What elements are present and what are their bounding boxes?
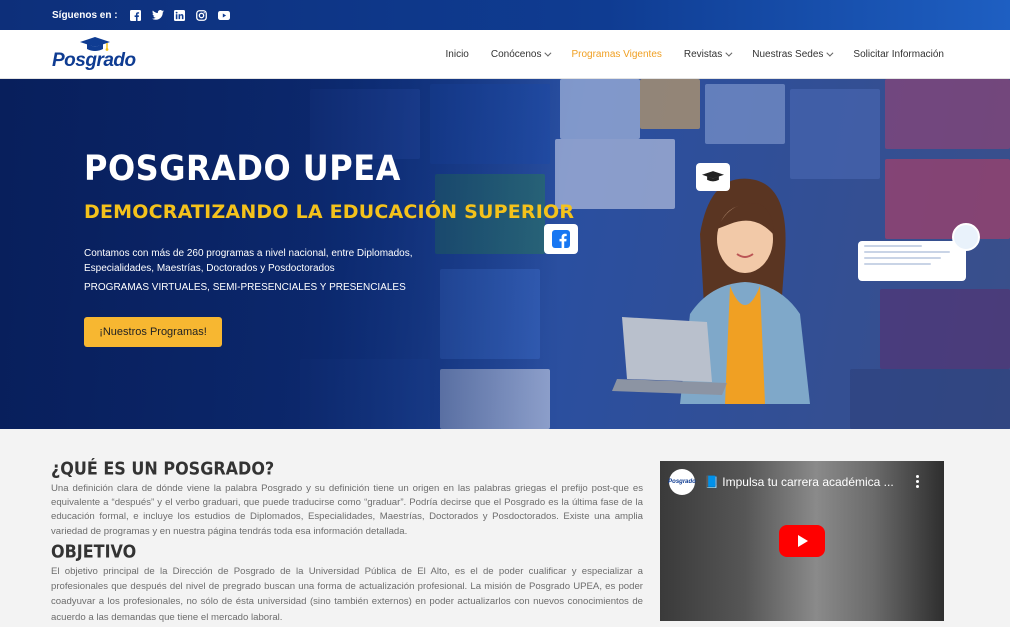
logo-wordmark: Posgrado: [52, 50, 136, 71]
collage-tile: [560, 79, 640, 139]
section-title-objetivo: OBJETIVO: [51, 541, 137, 562]
nuestros-programas-button[interactable]: ¡Nuestros Programas!: [84, 317, 222, 347]
collage-tile: [885, 79, 1010, 149]
hero-modes: PROGRAMAS VIRTUALES, SEMI-PRESENCIALES Y…: [84, 282, 406, 293]
more-options-icon[interactable]: [916, 475, 920, 490]
graduation-bubble: [696, 163, 730, 191]
youtube-icon[interactable]: [217, 9, 230, 21]
collage-tile: [850, 369, 1010, 429]
nav-inicio[interactable]: Inicio: [446, 49, 469, 60]
nav-programas-vigentes[interactable]: Programas Vigentes: [571, 49, 661, 60]
avatar: [952, 223, 980, 251]
nav-label: Nuestras Sedes: [752, 49, 824, 60]
hero-description: Contamos con más de 260 programas a nive…: [84, 248, 413, 274]
facebook-bubble: [544, 224, 578, 254]
nav-label: Conócenos: [490, 49, 542, 60]
youtube-video-embed[interactable]: Posgrado 📘 Impulsa tu carrera académica …: [660, 461, 944, 621]
section-text-que-es: Una definición clara de dónde viene la p…: [51, 483, 643, 537]
chevron-down-icon: [725, 49, 733, 57]
chevron-down-icon: [544, 49, 552, 57]
chat-card: [858, 241, 966, 281]
collage-tile: [790, 89, 880, 179]
nav-label: Revistas: [683, 49, 723, 60]
collage-tile: [640, 79, 700, 129]
nav-label: Programas Vigentes: [571, 49, 662, 60]
channel-avatar[interactable]: Posgrado: [668, 469, 696, 495]
nav-revistas[interactable]: Revistas: [683, 49, 733, 60]
nav-label: Inicio: [445, 49, 469, 60]
collage-tile: [885, 159, 1010, 239]
collage-tile: [555, 139, 675, 209]
play-icon: [798, 535, 808, 547]
section-text-objetivo: El objetivo principal de la Dirección de…: [51, 566, 643, 623]
social-bar: Síguenos en :: [0, 0, 1010, 30]
nav-conocenos[interactable]: Conócenos: [490, 49, 552, 60]
hero-title: POSGRADO UPEA: [84, 147, 401, 189]
laptop-illustration: [612, 317, 727, 395]
follow-label: Síguenos en :: [52, 9, 118, 21]
facebook-icon: [552, 230, 570, 248]
video-title[interactable]: 📘 Impulsa tu carrera académica ...: [704, 475, 894, 489]
nav-solicitar-informacion[interactable]: Solicitar Información: [853, 49, 944, 60]
graduation-cap-icon: [702, 171, 724, 182]
collage-tile: [880, 289, 1010, 369]
instagram-icon[interactable]: [196, 9, 208, 21]
section-title-que-es: ¿QUÉ ES UN POSGRADO?: [51, 458, 275, 479]
posgrado-logo[interactable]: Posgrado: [52, 37, 136, 71]
twitter-icon[interactable]: [151, 9, 164, 21]
play-button[interactable]: [779, 525, 825, 557]
hero-banner: POSGRADO UPEA DEMOCRATIZANDO LA EDUCACIÓ…: [0, 79, 1010, 429]
linkedin-icon[interactable]: [174, 9, 186, 21]
hero-subtitle: DEMOCRATIZANDO LA EDUCACIÓN SUPERIOR: [84, 201, 575, 223]
nav-nuestras-sedes[interactable]: Nuestras Sedes: [752, 49, 834, 60]
chevron-down-icon: [826, 49, 834, 57]
nav-label: Solicitar Información: [853, 49, 944, 60]
facebook-icon[interactable]: [130, 9, 142, 21]
main-nav: Inicio Conócenos Programas Vigentes Revi…: [424, 30, 944, 79]
site-header: Posgrado Inicio Conócenos Programas Vige…: [0, 30, 1010, 79]
collage-tile: [705, 84, 785, 144]
